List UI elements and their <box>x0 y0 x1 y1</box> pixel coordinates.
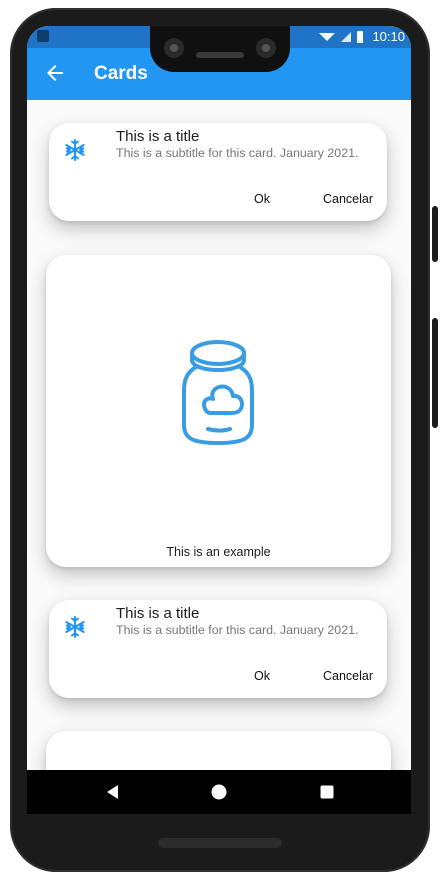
status-time: 10:10 <box>372 29 405 44</box>
snowflake-icon <box>65 139 85 161</box>
card-caption: This is an example <box>166 545 271 559</box>
snowflake-icon <box>65 616 85 638</box>
recent-square-icon[interactable] <box>317 782 337 802</box>
cancel-button[interactable]: Cancelar <box>323 669 373 683</box>
card-title: This is a title <box>116 128 200 145</box>
home-circle-icon[interactable] <box>209 782 229 802</box>
volume-button <box>432 318 438 428</box>
card-subtitle: This is a subtitle for this card. Januar… <box>116 146 359 160</box>
list-card: This is a title This is a subtitle for t… <box>49 600 387 698</box>
sim-status-icon <box>37 30 49 42</box>
power-button <box>432 206 438 262</box>
system-nav-bar <box>27 770 411 814</box>
speaker-grille <box>196 52 244 58</box>
image-card: This is an example <box>46 255 391 567</box>
back-arrow-icon[interactable] <box>43 61 67 85</box>
camera-icon <box>256 38 276 58</box>
camera-notch <box>150 26 290 72</box>
ok-button[interactable]: Ok <box>254 669 270 683</box>
bottom-speaker <box>158 838 282 848</box>
signal-wifi-battery-icons <box>319 31 363 43</box>
card-subtitle: This is a subtitle for this card. Januar… <box>116 623 359 637</box>
device-screen: 10:10 Cards This is a title This is a su… <box>27 26 411 814</box>
ok-button[interactable]: Ok <box>254 192 270 206</box>
cards-list[interactable]: This is a title This is a subtitle for t… <box>27 100 411 770</box>
cancel-button[interactable]: Cancelar <box>323 192 373 206</box>
image-card <box>46 731 391 770</box>
page-title: Cards <box>94 63 148 84</box>
jar-icon <box>182 340 254 445</box>
card-title: This is a title <box>116 605 200 622</box>
camera-icon <box>164 38 184 58</box>
back-triangle-icon[interactable] <box>103 782 123 802</box>
list-card: This is a title This is a subtitle for t… <box>49 123 387 221</box>
